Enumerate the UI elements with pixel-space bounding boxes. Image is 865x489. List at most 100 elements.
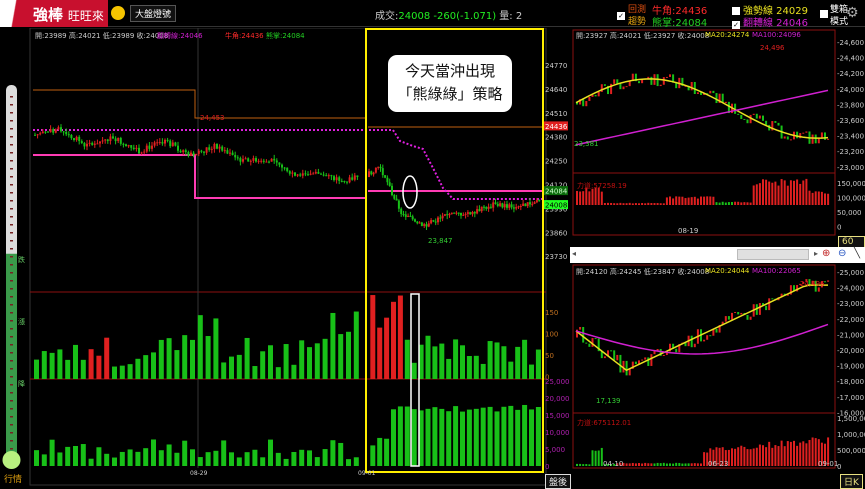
candle-body [737, 113, 740, 115]
volume-tick: 100,000 [837, 195, 865, 203]
volume-bar [213, 318, 219, 379]
candle-body [381, 168, 384, 176]
volume-bar [765, 447, 768, 466]
candle-body [506, 204, 508, 208]
candle-body [377, 166, 380, 168]
candle-body [312, 173, 315, 175]
candle-body [715, 93, 718, 104]
candle-body [696, 92, 699, 94]
hourly-k-chart[interactable]: -24,600 -24,400 -24,200 -24,000 -23,800 -23,6… [570, 28, 865, 246]
rt-ma100: MA100:24096 [752, 31, 801, 39]
market-light-icon[interactable] [111, 6, 125, 20]
chart-scrollbar[interactable]: ◂ ▸ ⊕ ⊖ ╲ [570, 247, 865, 263]
volume2-bar [104, 453, 110, 466]
brand-strong: 強棒 [33, 6, 64, 24]
volume-tick: 0 [837, 224, 841, 232]
candle-body [223, 150, 226, 152]
price-tick: -23,000 [837, 300, 864, 308]
candle-body [130, 145, 133, 148]
thermometer-tick [10, 200, 13, 202]
candle-body [529, 202, 531, 205]
gear-icon[interactable]: ⚙ [846, 5, 859, 21]
candle-body [535, 200, 538, 203]
candle-body [351, 177, 354, 180]
volume-bar [628, 463, 631, 466]
scroll-thumb[interactable] [737, 249, 809, 260]
price-tick: 24380 [545, 134, 567, 142]
thermometer-tick [10, 136, 13, 138]
volume-bar [712, 196, 715, 205]
candle-body [727, 316, 730, 320]
thermometer-tick [10, 120, 13, 122]
thermometer-tick [10, 424, 13, 426]
candle-body [283, 167, 286, 169]
volume-bar [236, 354, 242, 379]
high-label: 24,453 [200, 114, 225, 122]
volume-bar [644, 203, 647, 205]
candle-body [789, 139, 792, 141]
candle-body [703, 339, 706, 342]
thermometer-tick [10, 296, 13, 298]
volume2-bar [41, 454, 47, 466]
volume-bar [88, 349, 94, 379]
price-tick: -22,000 [837, 316, 864, 324]
thermometer-tick [10, 280, 13, 282]
zoom-out-icon[interactable]: ⊖ [838, 248, 846, 259]
after-hours-button[interactable]: 盤後 [545, 474, 572, 489]
volume2-bar [112, 457, 117, 466]
volume-bar [690, 463, 693, 466]
volume-bar [143, 355, 149, 379]
volume2-bar [460, 411, 465, 466]
candle-body [75, 136, 78, 141]
candle-body [743, 118, 746, 120]
price-tick: -23,200 [837, 148, 864, 156]
scroll-right-icon[interactable]: ▸ [814, 249, 818, 258]
volume-bar [665, 197, 668, 205]
candle-body [724, 316, 727, 322]
period-daily-button[interactable]: 日K [840, 474, 863, 489]
volume-bar [665, 463, 668, 466]
candle-body [164, 139, 166, 144]
volume-bar [501, 346, 507, 379]
candle-body [448, 213, 451, 216]
volume-bar [653, 463, 656, 466]
volume-bar [638, 463, 640, 466]
zoom-in-icon[interactable]: ⊕ [822, 248, 830, 259]
volume-bar [205, 336, 211, 379]
candle-body [669, 74, 671, 77]
low-label: 23,381 [574, 140, 599, 148]
candle-body [275, 160, 278, 163]
candle-body [771, 298, 774, 300]
volume-bar [610, 202, 613, 205]
volume-bar [793, 440, 795, 466]
volume2-bar [473, 408, 479, 466]
volume-bar [799, 183, 802, 205]
candle-body [182, 150, 185, 153]
trend-checkbox[interactable]: ✓ [617, 12, 625, 20]
volume-bar [391, 301, 396, 379]
draw-line-icon[interactable]: ╲ [854, 248, 860, 259]
volume2-bar [252, 449, 258, 466]
dual-box-checkbox[interactable] [820, 10, 828, 18]
candle-body [174, 142, 177, 146]
volume-bar [197, 315, 203, 379]
candle-body [218, 146, 221, 149]
candle-body [712, 90, 715, 94]
volume-bar [594, 450, 597, 466]
candle-body [765, 305, 768, 311]
candle-body [473, 212, 476, 214]
candle-body [190, 152, 192, 156]
candle-body [270, 158, 273, 162]
volume-bar [656, 462, 659, 466]
index-light-button[interactable]: 大盤燈號 [130, 5, 177, 22]
volume-bar [734, 201, 737, 205]
thermometer-tick [10, 224, 13, 226]
volume-bar [515, 346, 521, 379]
volume-bar [291, 364, 297, 379]
candle-body [625, 360, 628, 376]
price-tick: -23,000 [837, 164, 864, 172]
scroll-left-icon[interactable]: ◂ [572, 249, 576, 258]
volume-bar [814, 438, 817, 466]
daily-k-chart[interactable]: -25,000 -24,000 -23,000 -22,000 -21,000 -20,0… [570, 263, 865, 486]
thermometer-tick [10, 176, 13, 178]
